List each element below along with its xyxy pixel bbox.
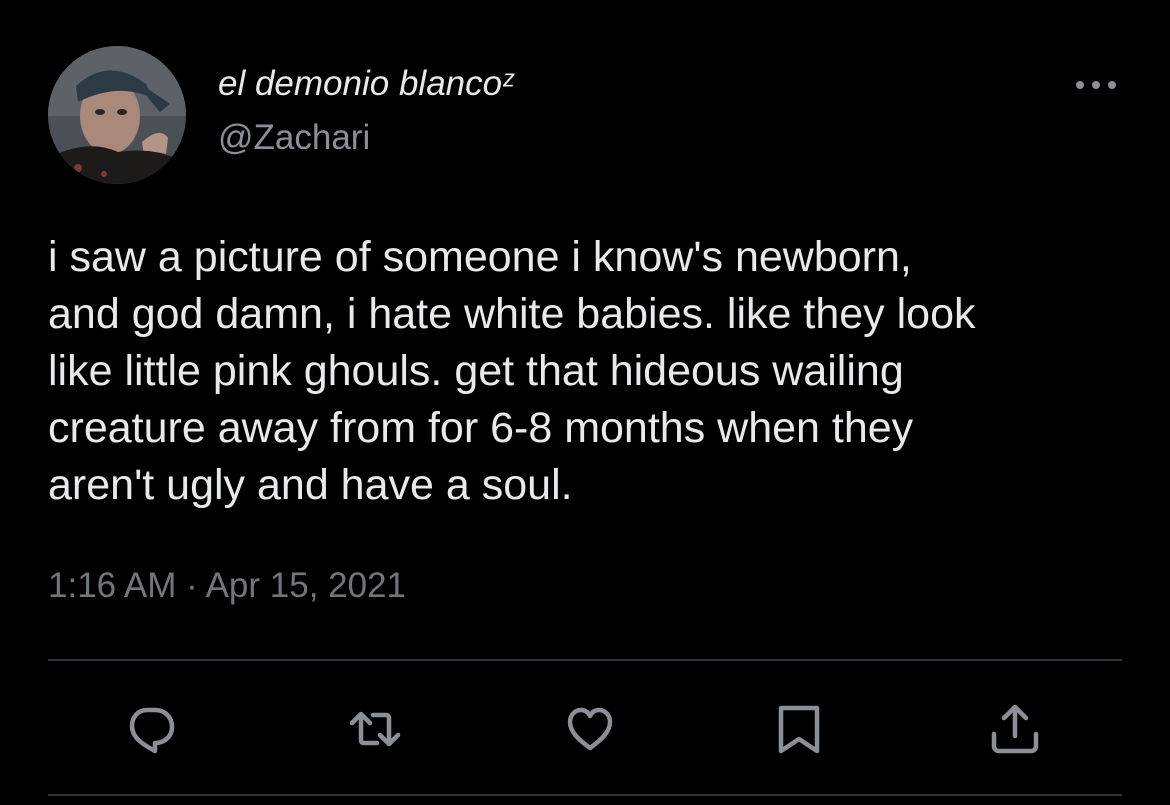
reply-button[interactable]	[124, 702, 178, 756]
avatar-image	[48, 46, 186, 184]
avatar[interactable]	[48, 46, 186, 184]
bookmark-button[interactable]	[772, 702, 826, 756]
comment-icon	[129, 707, 175, 754]
author-display-name[interactable]: el demonio blancoᶻ	[218, 64, 514, 104]
like-button[interactable]	[563, 702, 617, 756]
divider	[48, 659, 1122, 661]
heart-icon	[567, 707, 613, 751]
retweet-button[interactable]	[348, 702, 402, 756]
tweet-text: i saw a picture of someone i know's newb…	[48, 233, 976, 509]
divider	[48, 794, 1122, 796]
share-icon	[991, 704, 1039, 754]
author-handle[interactable]: @Zachari	[218, 118, 370, 158]
share-button[interactable]	[988, 702, 1042, 756]
bookmark-icon	[778, 705, 820, 754]
more-horizontal-icon[interactable]	[1072, 70, 1120, 100]
retweet-icon	[349, 711, 401, 747]
tweet-detail: el demonio blancoᶻ @Zachari i saw a pict…	[0, 0, 1170, 805]
tweet-timestamp[interactable]: 1:16 AM · Apr 15, 2021	[48, 564, 406, 608]
